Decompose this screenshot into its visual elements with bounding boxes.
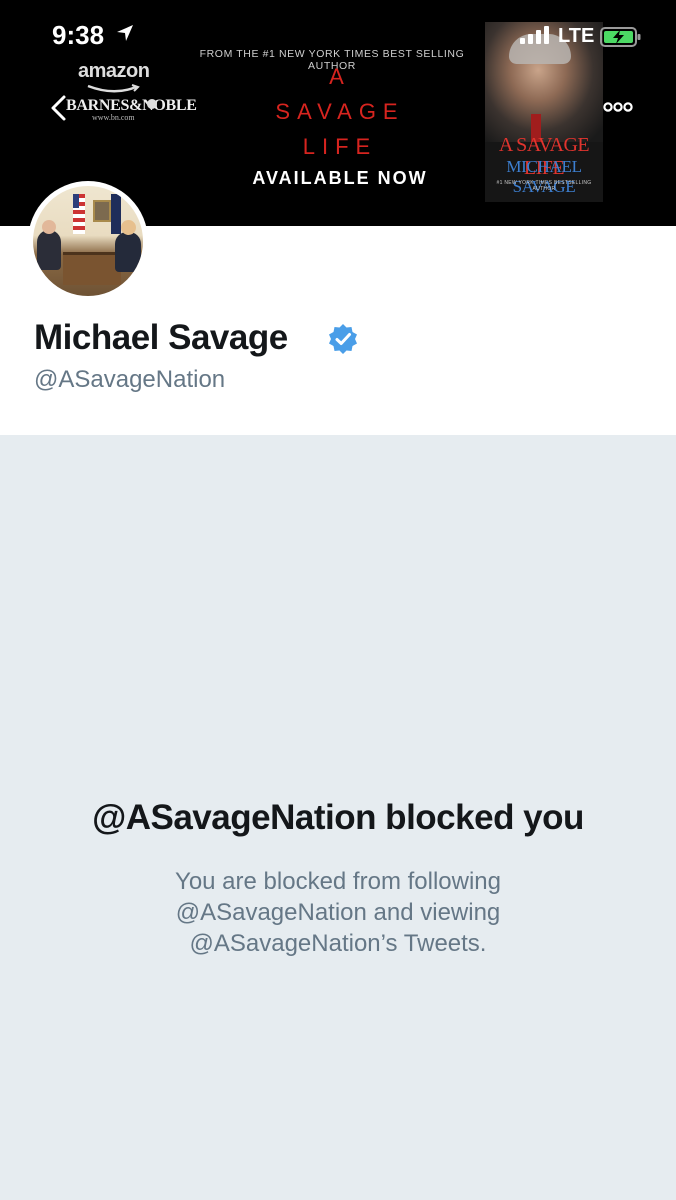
avatar-flag-2 [111,194,121,234]
signal-bars-icon [520,26,549,44]
display-name: Michael Savage [34,318,288,357]
banner-cta: AVAILABLE NOW [252,168,428,188]
blocked-description-line: @ASavageNation’s Tweets. [189,930,487,957]
blocked-title: @ASavageNation blocked you [92,798,584,837]
status-bar: 9:38 LTE [0,0,676,70]
banner-title-line-2: SAVAGE [275,99,405,124]
battery-charging-icon [600,27,641,47]
avatar-person-left [37,230,61,270]
profile-handle: @ASavageNation [34,366,226,393]
amazon-smile-icon [87,84,140,93]
carrier-label: LTE [558,25,595,47]
blocked-description: You are blocked from following @ASavageN… [120,866,556,959]
location-arrow-icon [117,25,133,41]
verified-badge-icon [329,324,357,354]
avatar-head-left [42,220,56,234]
barnes-noble-url: www.bn.com [92,113,135,122]
avatar-flag-canton [73,194,79,208]
chevron-left-icon[interactable] [48,94,68,122]
barnes-noble-dot [147,99,157,109]
avatar-desk [63,252,121,285]
blocked-description-line: @ASavageNation and viewing [175,899,501,926]
avatar-photo [33,186,143,296]
status-time: 9:38 [52,20,105,50]
avatar-portrait [93,200,111,222]
avatar-head-right [121,220,136,235]
banner-title-line-3: LIFE [302,134,378,159]
avatar-person-right [115,232,141,272]
book-subtitle: #1 NEW YORK TIMES BESTSELLING AUTHOR [496,180,592,192]
blocked-description-line: You are blocked from following [175,868,501,895]
avatar[interactable] [28,181,148,301]
more-dots-icon[interactable] [603,100,633,114]
